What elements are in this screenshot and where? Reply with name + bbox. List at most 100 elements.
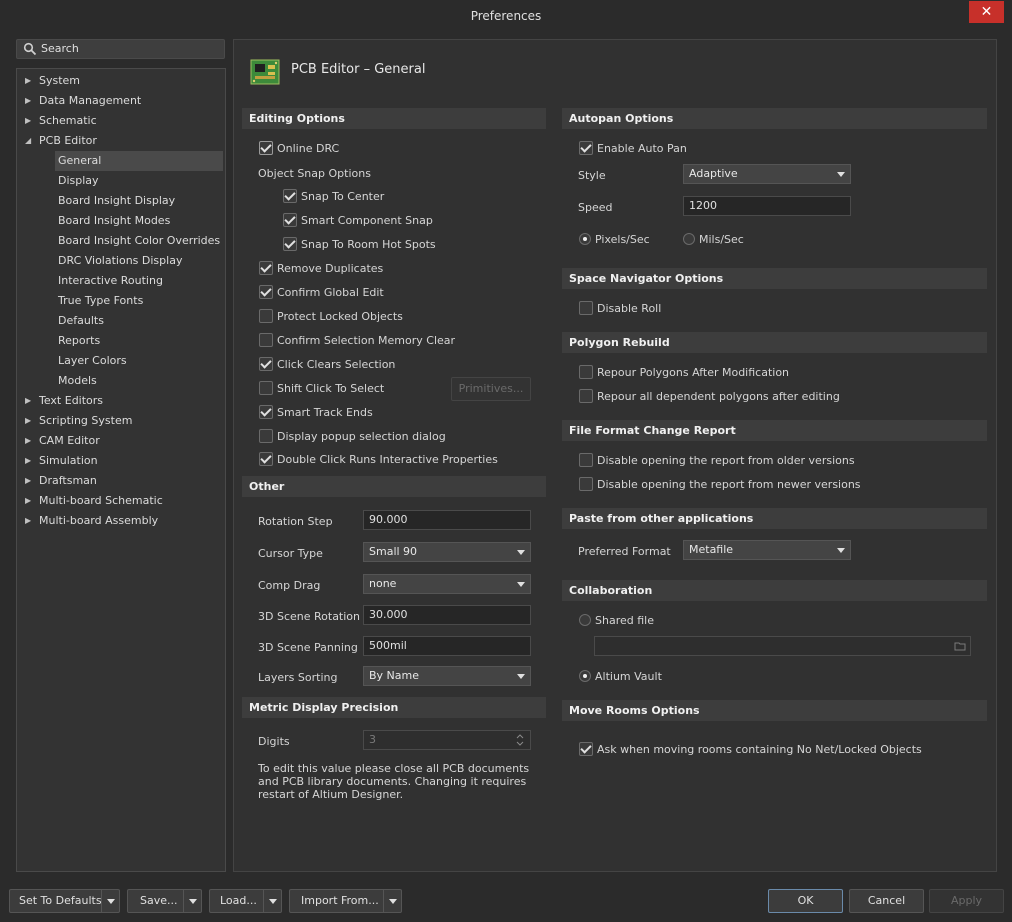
rotation-step-input[interactable]: 90.000 <box>363 510 531 530</box>
apply-button[interactable]: Apply <box>929 889 1004 913</box>
scene-panning-input[interactable]: 500mil <box>363 636 531 656</box>
tree-item-display[interactable]: Display <box>55 171 223 191</box>
collapsed-arrow-icon[interactable]: ▶ <box>25 471 31 491</box>
rotation-step-label: Rotation Step <box>258 515 333 528</box>
ask-moving-rooms-checkbox[interactable] <box>579 742 593 756</box>
online-drc-checkbox[interactable] <box>259 141 273 155</box>
collapsed-arrow-icon[interactable]: ▶ <box>25 411 31 431</box>
section-other: Other <box>242 476 546 497</box>
collapsed-arrow-icon[interactable]: ▶ <box>25 391 31 411</box>
tree-item-board-insight-display[interactable]: Board Insight Display <box>55 191 223 211</box>
tree-item-layer-colors[interactable]: Layer Colors <box>55 351 223 371</box>
tree-item-schematic[interactable]: ▶ Schematic <box>25 111 223 131</box>
tree-item-text-editors[interactable]: ▶ Text Editors <box>25 391 223 411</box>
remove-duplicates-checkbox[interactable] <box>259 261 273 275</box>
click-clears-selection-checkbox[interactable] <box>259 357 273 371</box>
window-title: Preferences <box>470 9 542 23</box>
set-to-defaults-button[interactable]: Set To Defaults <box>9 889 120 913</box>
speed-input[interactable]: 1200 <box>683 196 851 216</box>
import-from-label: Import From... <box>301 894 379 907</box>
confirm-selection-memory-checkbox[interactable] <box>259 333 273 347</box>
tree-item-label: General <box>58 154 102 167</box>
disable-roll-label: Disable Roll <box>597 302 662 315</box>
smart-component-snap-checkbox[interactable] <box>283 213 297 227</box>
tree-item-draftsman[interactable]: ▶ Draftsman <box>25 471 223 491</box>
digits-stepper[interactable]: 3 <box>363 730 531 750</box>
collapsed-arrow-icon[interactable]: ▶ <box>25 431 31 451</box>
tree-item-reports[interactable]: Reports <box>55 331 223 351</box>
cursor-type-select[interactable]: Small 90 <box>363 542 531 562</box>
close-button[interactable]: ✕ <box>969 1 1004 23</box>
tree-item-general[interactable]: General <box>55 151 223 171</box>
tree-item-defaults[interactable]: Defaults <box>55 311 223 331</box>
collapsed-arrow-icon[interactable]: ▶ <box>25 451 31 471</box>
tree-item-models[interactable]: Models <box>55 371 223 391</box>
repour-all-checkbox[interactable] <box>579 389 593 403</box>
tree-item-label: CAM Editor <box>39 434 100 447</box>
ask-moving-rooms-label: Ask when moving rooms containing No Net/… <box>597 743 922 756</box>
disable-newer-checkbox[interactable] <box>579 477 593 491</box>
comp-drag-select[interactable]: none <box>363 574 531 594</box>
tree-item-cam-editor[interactable]: ▶ CAM Editor <box>25 431 223 451</box>
tree-item-label: Multi-board Assembly <box>39 514 159 527</box>
chevron-down-icon[interactable] <box>183 890 201 912</box>
preferred-format-select[interactable]: Metafile <box>683 540 851 560</box>
save-button[interactable]: Save... <box>127 889 202 913</box>
tree-item-scripting-system[interactable]: ▶ Scripting System <box>25 411 223 431</box>
tree-item-drc-violations-display[interactable]: DRC Violations Display <box>55 251 223 271</box>
tree-item-system[interactable]: ▶ System <box>25 71 223 91</box>
search-input[interactable]: Search <box>16 39 225 59</box>
primitives-button[interactable]: Primitives... <box>451 377 531 401</box>
collapsed-arrow-icon[interactable]: ▶ <box>25 511 31 531</box>
tree-item-true-type-fonts[interactable]: True Type Fonts <box>55 291 223 311</box>
shift-click-select-checkbox[interactable] <box>259 381 273 395</box>
disable-older-checkbox[interactable] <box>579 453 593 467</box>
section-editing-options: Editing Options <box>242 108 546 129</box>
snap-to-room-checkbox[interactable] <box>283 237 297 251</box>
repour-after-checkbox[interactable] <box>579 365 593 379</box>
category-tree[interactable]: ▶ System ▶ Data Management ▶ Schematic ◢ PCB Ed… <box>16 68 226 872</box>
chevron-down-icon[interactable] <box>263 890 281 912</box>
smart-track-ends-label: Smart Track Ends <box>277 406 373 419</box>
load-button[interactable]: Load... <box>209 889 282 913</box>
layers-sorting-select[interactable]: By Name <box>363 666 531 686</box>
scene-rotation-input[interactable]: 30.000 <box>363 605 531 625</box>
tree-item-board-insight-modes[interactable]: Board Insight Modes <box>55 211 223 231</box>
tree-item-simulation[interactable]: ▶ Simulation <box>25 451 223 471</box>
protect-locked-checkbox[interactable] <box>259 309 273 323</box>
folder-icon[interactable] <box>954 641 966 651</box>
load-label: Load... <box>220 894 257 907</box>
shared-file-radio[interactable] <box>579 614 591 626</box>
chevron-down-icon[interactable] <box>101 890 119 912</box>
altium-vault-radio[interactable] <box>579 670 591 682</box>
smart-component-snap-label: Smart Component Snap <box>301 214 433 227</box>
tree-item-multi-board-assembly[interactable]: ▶ Multi-board Assembly <box>25 511 223 531</box>
mils-sec-radio[interactable] <box>683 233 695 245</box>
double-click-runs-checkbox[interactable] <box>259 452 273 466</box>
tree-item-board-insight-color-overrides[interactable]: Board Insight Color Overrides <box>55 231 223 251</box>
shared-file-path-input[interactable] <box>594 636 971 656</box>
enable-auto-pan-checkbox[interactable] <box>579 141 593 155</box>
collapsed-arrow-icon[interactable]: ▶ <box>25 111 31 131</box>
tree-item-data-management[interactable]: ▶ Data Management <box>25 91 223 111</box>
collapsed-arrow-icon[interactable]: ▶ <box>25 71 31 91</box>
ok-button[interactable]: OK <box>768 889 843 913</box>
cancel-button[interactable]: Cancel <box>849 889 924 913</box>
chevron-down-icon[interactable] <box>383 890 401 912</box>
expanded-arrow-icon[interactable]: ◢ <box>25 131 31 151</box>
snap-to-center-checkbox[interactable] <box>283 189 297 203</box>
smart-track-ends-checkbox[interactable] <box>259 405 273 419</box>
pcb-board-icon <box>250 59 280 85</box>
pixels-sec-radio[interactable] <box>579 233 591 245</box>
collapsed-arrow-icon[interactable]: ▶ <box>25 491 31 511</box>
style-select[interactable]: Adaptive <box>683 164 851 184</box>
display-popup-checkbox[interactable] <box>259 429 273 443</box>
tree-item-multi-board-schematic[interactable]: ▶ Multi-board Schematic <box>25 491 223 511</box>
confirm-global-edit-checkbox[interactable] <box>259 285 273 299</box>
import-from-button[interactable]: Import From... <box>289 889 402 913</box>
tree-item-pcb-editor[interactable]: ◢ PCB Editor <box>25 131 223 151</box>
tree-item-label: System <box>39 74 81 87</box>
collapsed-arrow-icon[interactable]: ▶ <box>25 91 31 111</box>
tree-item-interactive-routing[interactable]: Interactive Routing <box>55 271 223 291</box>
disable-roll-checkbox[interactable] <box>579 301 593 315</box>
